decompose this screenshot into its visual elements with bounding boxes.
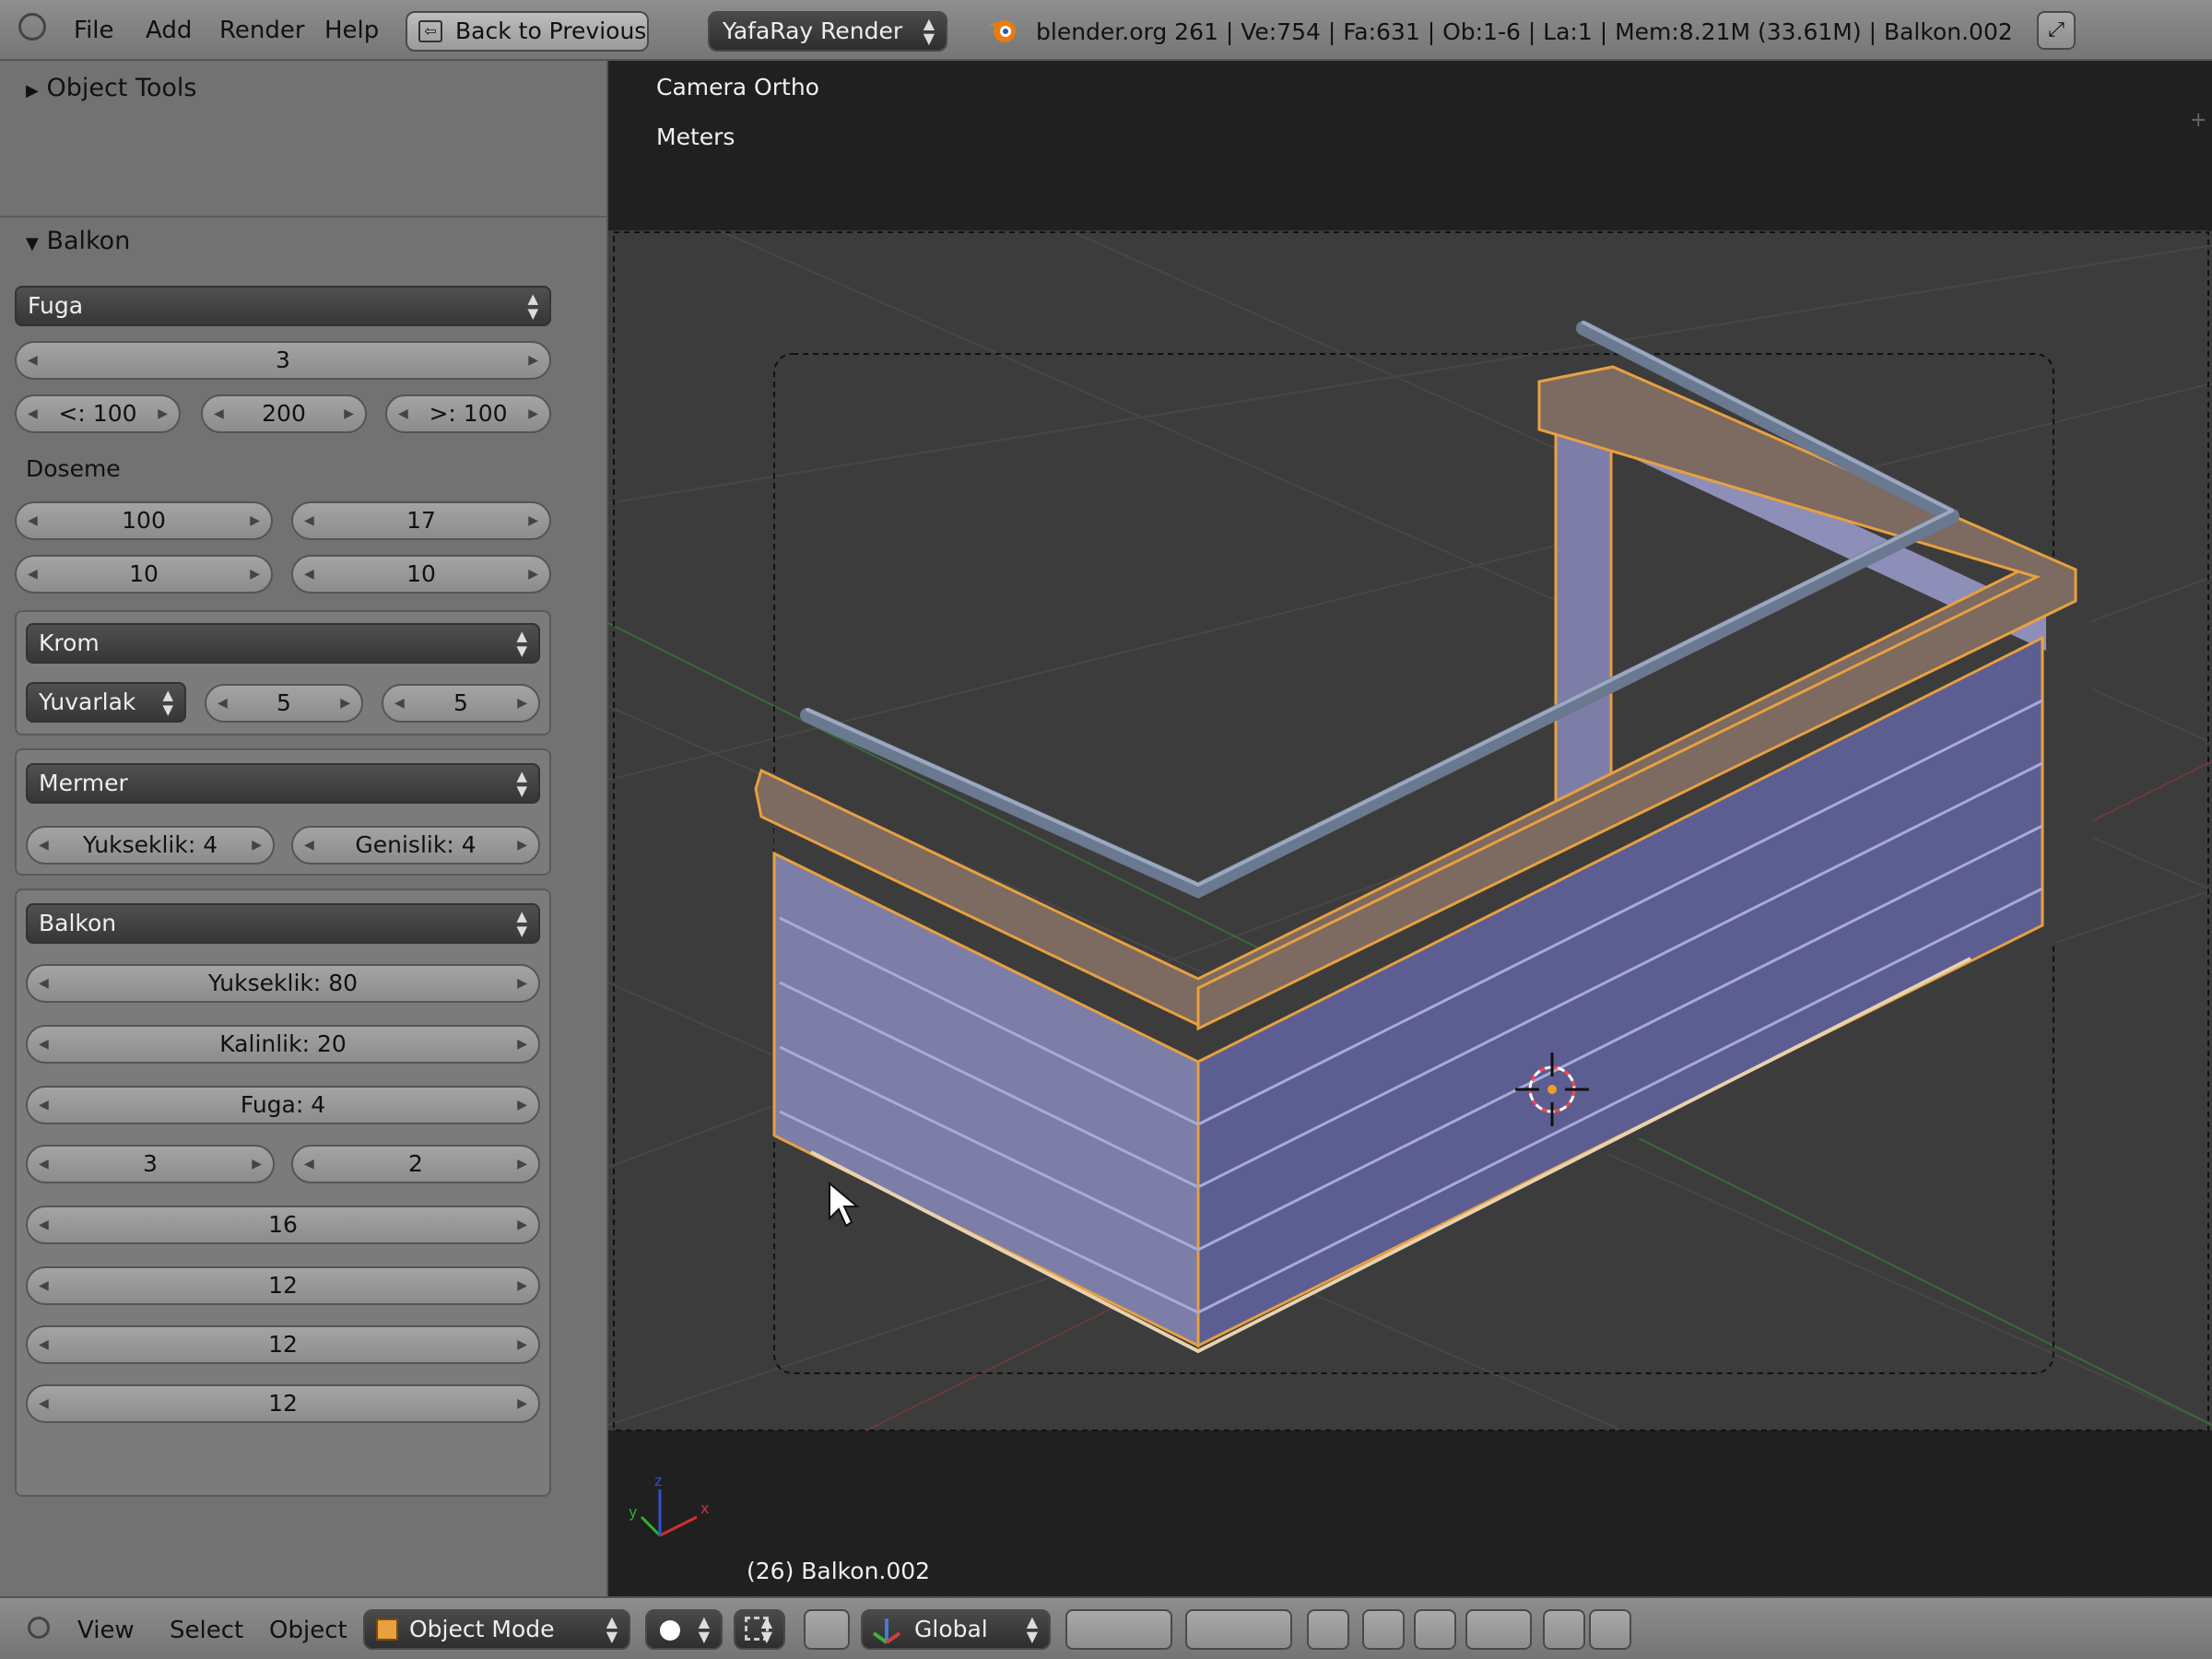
fuga-select[interactable]: Fuga ▲ ▼ (15, 286, 551, 326)
balkon-field-2[interactable]: ◀ 2 ▶ (291, 1145, 540, 1183)
back-to-previous-button[interactable]: ⇦ Back to Previous (406, 11, 649, 52)
axis-z-label: z (654, 1472, 662, 1489)
balkon-yukseklik-field[interactable]: ◀ Yukseklik: 80 ▶ (26, 964, 540, 1003)
fuga-mid-field[interactable]: ◀ 200 ▶ (201, 394, 367, 433)
menu-view[interactable]: View (77, 1617, 135, 1644)
render-opengl-icon[interactable] (1543, 1609, 1585, 1650)
mouse-pointer-icon (829, 1181, 860, 1228)
blender-logo-icon (986, 15, 1019, 46)
updown-arrows-icon: ▲ ▼ (760, 1613, 772, 1645)
doseme-label: Doseme (26, 455, 121, 482)
mermer-yukseklik-field[interactable]: ◀ Yukseklik: 4 ▶ (26, 826, 275, 865)
scene-stats: blender.org 261 | Ve:754 | Fa:631 | Ob:1… (1036, 18, 2013, 45)
render-animation-icon[interactable] (1589, 1609, 1631, 1650)
expanded-triangle-icon: ▼ (26, 234, 39, 253)
balkon-object[interactable] (754, 321, 2092, 1354)
updown-arrows-icon: ▲ ▼ (516, 768, 527, 799)
snap-element-select[interactable] (1465, 1609, 1532, 1650)
lock-layers-icon[interactable] (1307, 1609, 1349, 1650)
doseme-field-4[interactable]: ◀ 10 ▶ (291, 555, 551, 594)
krom-select[interactable]: Krom ▲ ▼ (26, 623, 540, 664)
fuga-count-field[interactable]: ◀ 3 ▶ (15, 341, 551, 380)
back-arrow-icon: ⇦ (418, 20, 442, 42)
panel-divider (0, 216, 606, 218)
proportional-edit-icon[interactable] (1362, 1609, 1405, 1650)
menu-file[interactable]: File (74, 17, 114, 44)
updown-arrows-icon: ▲ ▼ (923, 15, 935, 47)
fullscreen-toggle-icon[interactable]: ⤢ (2037, 11, 2076, 50)
properties-toggle-icon[interactable]: + (2190, 109, 2206, 132)
krom-field-a[interactable]: ◀ 5 ▶ (205, 684, 363, 723)
balkon-field-16[interactable]: ◀ 16 ▶ (26, 1206, 540, 1244)
object-mode-icon (376, 1618, 398, 1641)
layers-row-1-icon[interactable] (1065, 1609, 1172, 1650)
mode-select[interactable]: Object Mode ▲ ▼ (363, 1609, 630, 1650)
info-header: File Add Render Help ⇦ Back to Previous … (0, 0, 2212, 61)
viewport-scene (608, 229, 2212, 1431)
menu-select[interactable]: Select (170, 1617, 243, 1644)
editor-type-icon[interactable] (18, 13, 46, 41)
balkon-panel-header[interactable]: ▼ Balkon (26, 227, 130, 255)
balkon-field-12a[interactable]: ◀ 12 ▶ (26, 1266, 540, 1305)
menu-add[interactable]: Add (146, 17, 192, 44)
updown-arrows-icon: ▲ ▼ (516, 908, 527, 939)
collapsed-triangle-icon: ▶ (26, 81, 39, 100)
transform-orientation-select[interactable]: Global ▲ ▼ (861, 1609, 1051, 1650)
balkon-select[interactable]: Balkon ▲ ▼ (26, 903, 540, 944)
krom-field-b[interactable]: ◀ 5 ▶ (382, 684, 540, 723)
updown-arrows-icon: ▲ ▼ (698, 1613, 710, 1645)
fuga-left-field[interactable]: ◀ <: 100 ▶ (15, 394, 181, 433)
doseme-field-1[interactable]: ◀ 100 ▶ (15, 501, 273, 540)
updown-arrows-icon: ▲ ▼ (516, 628, 527, 659)
snap-toggle-icon[interactable] (1414, 1609, 1456, 1650)
menu-help[interactable]: Help (324, 17, 379, 44)
render-engine-select[interactable]: YafaRay Render ▲ ▼ (708, 11, 947, 52)
axis-x-label: x (700, 1500, 709, 1517)
updown-arrows-icon: ▲ ▼ (1026, 1613, 1038, 1645)
balkon-field-12c[interactable]: ◀ 12 ▶ (26, 1384, 540, 1423)
kalinlik-field[interactable]: ◀ Kalinlik: 20 ▶ (26, 1025, 540, 1064)
updown-arrows-icon: ▲ ▼ (162, 687, 173, 718)
editor-type-icon[interactable] (28, 1617, 50, 1639)
updown-arrows-icon: ▲ ▼ (527, 290, 538, 322)
doseme-field-2[interactable]: ◀ 17 ▶ (291, 501, 551, 540)
balkon-fuga-field[interactable]: ◀ Fuga: 4 ▶ (26, 1086, 540, 1124)
layers-row-2-icon[interactable] (1185, 1609, 1292, 1650)
viewport-shading-select[interactable]: ▲ ▼ (645, 1609, 723, 1650)
solid-shading-icon (660, 1620, 680, 1641)
transform-manipulator-icon (870, 1615, 903, 1646)
fuga-right-field[interactable]: ◀ >: 100 ▶ (385, 394, 551, 433)
balkon-field-3[interactable]: ◀ 3 ▶ (26, 1145, 275, 1183)
3d-viewport[interactable]: Camera Ortho Meters x y z (26) Balkon.00… (608, 61, 2212, 1596)
yuvarlak-select[interactable]: Yuvarlak ▲ ▼ (26, 682, 186, 723)
3d-view-header: View Select Object Object Mode ▲ ▼ ▲ ▼ ▲ ▼ … (0, 1596, 2212, 1659)
balkon-field-12b[interactable]: ◀ 12 ▶ (26, 1325, 540, 1364)
axis-y-label: y (629, 1503, 637, 1521)
updown-arrows-icon: ▲ ▼ (606, 1613, 618, 1645)
object-tools-panel-header[interactable]: ▶ Object Tools (26, 74, 196, 102)
pivot-point-select[interactable]: ▲ ▼ (734, 1609, 785, 1650)
mermer-genislik-field[interactable]: ◀ Genislik: 4 ▶ (291, 826, 540, 865)
axis-gizmo-icon: x y z (629, 1472, 709, 1537)
doseme-field-3[interactable]: ◀ 10 ▶ (15, 555, 273, 594)
object-info-label: (26) Balkon.002 (747, 1558, 931, 1584)
menu-object[interactable]: Object (269, 1617, 347, 1644)
menu-render[interactable]: Render (219, 17, 305, 44)
tool-shelf: ▶ Object Tools ▼ Balkon Fuga ▲ ▼ ◀ 3 ▶ ◀ <: … (0, 61, 608, 1596)
mermer-select[interactable]: Mermer ▲ ▼ (26, 763, 540, 804)
manipulator-toggle-icon[interactable] (804, 1609, 850, 1650)
